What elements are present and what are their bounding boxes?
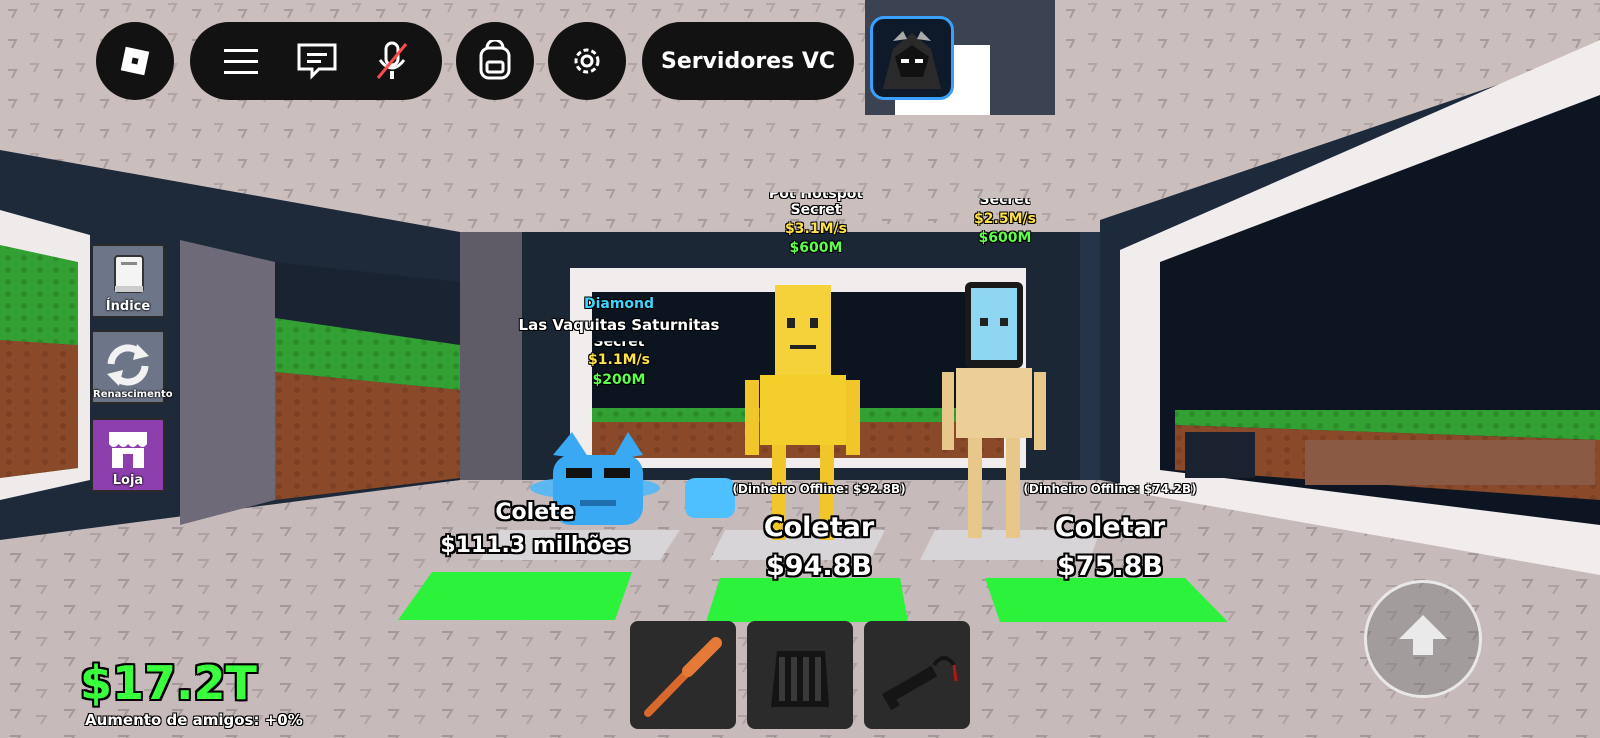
collect-action[interactable]: Coletar — [764, 512, 874, 543]
collect-amount: $75.8B — [1057, 551, 1163, 582]
chat-bubble-icon — [297, 43, 337, 80]
index-label: Índice — [105, 299, 151, 314]
gear-icon — [574, 48, 600, 74]
brainrot-rate: $3.1M/s — [785, 221, 847, 237]
brainrot-name: Las Vaquitas Saturnitas — [518, 316, 720, 334]
collect-action[interactable]: Coletar — [1055, 512, 1165, 543]
menu-button[interactable] — [222, 46, 260, 76]
jump-arrow-icon — [1399, 615, 1447, 655]
ninja-avatar-icon — [883, 31, 941, 89]
bat-icon — [644, 637, 722, 717]
collect-amount: $94.8B — [766, 551, 872, 582]
shop-button[interactable]: Loja — [91, 418, 165, 492]
hamburger-icon — [224, 49, 258, 74]
roblox-logo-icon — [120, 46, 150, 76]
book-icon — [114, 255, 144, 293]
friend-boost-text: Aumento de amigos: +0% — [85, 711, 303, 729]
brainrot-price: $600M — [789, 240, 843, 256]
chat-toolbar — [190, 22, 442, 100]
shop-label: Loja — [112, 473, 144, 488]
glove-icon — [771, 651, 829, 707]
roblox-menu-button[interactable] — [96, 22, 174, 100]
rebirth-label: Renascimento — [93, 389, 173, 400]
voice-servers-label: Servidores VC — [660, 48, 836, 74]
index-button[interactable]: Índice — [91, 244, 165, 318]
brainrot-price: $600M — [978, 230, 1032, 246]
backpack-icon — [479, 40, 511, 80]
brainrot-rarity: Diamond — [583, 296, 655, 312]
rebirth-button[interactable]: Renascimento — [91, 330, 173, 404]
brainrot-rate: $1.1M/s — [588, 352, 650, 368]
mic-button[interactable] — [374, 40, 410, 82]
refresh-icon — [107, 344, 149, 386]
mic-muted-icon — [376, 41, 408, 79]
hotbar-slot-3[interactable] — [864, 621, 970, 729]
shop-icon — [109, 432, 147, 468]
grapple-gun-icon — [882, 656, 958, 711]
jump-button[interactable] — [1364, 580, 1482, 698]
backpack-button[interactable] — [456, 22, 534, 100]
collect-action[interactable]: Colete — [495, 500, 574, 525]
offline-money: (Dinheiro Offline: $92.8B) — [732, 482, 906, 496]
offline-money: (Dinheiro Offline: $74.2B) — [1023, 482, 1197, 496]
collect-amount: $111.3 milhões — [440, 533, 630, 558]
settings-button[interactable] — [548, 22, 626, 100]
voice-servers-button[interactable]: Servidores VC — [642, 22, 854, 100]
hotbar-slot-2[interactable] — [747, 621, 853, 729]
chat-button[interactable] — [296, 42, 338, 80]
cash-amount: $17.2T — [80, 656, 257, 710]
hotbar-slot-1[interactable] — [630, 621, 736, 729]
player-avatar[interactable] — [870, 16, 954, 100]
brainrot-price: $200M — [592, 372, 646, 388]
brainrot-rate: $2.5M/s — [974, 211, 1036, 227]
brainrot-tier: Secret — [790, 202, 842, 218]
